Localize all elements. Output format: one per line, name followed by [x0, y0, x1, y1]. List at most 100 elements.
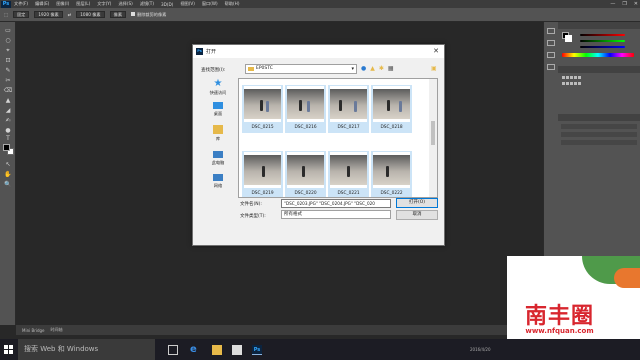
- vertical-scrollbar[interactable]: [429, 79, 437, 197]
- cancel-button[interactable]: 取消: [396, 210, 438, 220]
- file-thumb[interactable]: DSC_0220: [285, 151, 326, 197]
- file-thumb[interactable]: DSC_0219: [242, 151, 283, 197]
- place-library[interactable]: 库: [201, 125, 235, 142]
- color-panel-tabs[interactable]: [558, 22, 640, 29]
- back-icon[interactable]: ●: [361, 65, 366, 72]
- swap-icon[interactable]: ⇄: [68, 12, 72, 17]
- height-field[interactable]: 1080 像素: [76, 11, 105, 18]
- properties-icon[interactable]: [547, 40, 555, 46]
- photo-thumbnail: [330, 152, 367, 188]
- green-slider[interactable]: [580, 40, 625, 42]
- lock-row[interactable]: [561, 140, 637, 145]
- history-icon[interactable]: [547, 28, 555, 34]
- slice-tool-icon[interactable]: ✂: [3, 76, 13, 85]
- menu-3d[interactable]: 3D(D): [161, 2, 173, 7]
- clock[interactable]: 2016/4/20: [470, 347, 491, 352]
- file-thumb[interactable]: DSC_0218: [371, 85, 412, 133]
- restore-button[interactable]: ❐: [622, 1, 626, 7]
- width-field[interactable]: 1920 像素: [34, 11, 63, 18]
- path-select-tool-icon[interactable]: ↖: [3, 160, 13, 169]
- adjustment-icons-row-2[interactable]: [562, 82, 581, 85]
- menu-select[interactable]: 选择(S): [118, 1, 132, 7]
- move-tool-icon[interactable]: ▭: [3, 26, 13, 35]
- adjustments-panel-tabs[interactable]: [558, 66, 640, 73]
- desktop-icon: [213, 102, 223, 109]
- filename-input[interactable]: "DSC_0203.JPG" "DSC_0204.JPG" "DSC_020: [281, 199, 391, 208]
- file-thumb[interactable]: DSC_0222: [371, 151, 412, 197]
- view-menu-icon[interactable]: ▦: [388, 65, 394, 72]
- menu-filter[interactable]: 滤镜(T): [140, 1, 154, 7]
- file-name: DSC_0219: [251, 191, 274, 196]
- marquee-tool-icon[interactable]: ○: [3, 36, 13, 45]
- blue-slider[interactable]: [580, 46, 625, 48]
- delete-cropped-checkbox[interactable]: 删除裁剪的像素: [131, 11, 166, 18]
- eraser-tool-icon[interactable]: ⌫: [3, 86, 13, 95]
- filetype-select[interactable]: 所有格式: [281, 210, 391, 219]
- menu-file[interactable]: 文件(F): [14, 1, 28, 7]
- menu-window[interactable]: 窗口(W): [202, 1, 218, 7]
- crop-tool-icon[interactable]: ⊡: [3, 56, 13, 65]
- blend-mode-select[interactable]: [561, 132, 637, 137]
- place-desktop[interactable]: 桌面: [201, 102, 235, 117]
- menu-layer[interactable]: 图层(L): [76, 1, 90, 7]
- menu-view[interactable]: 视图(V): [180, 1, 195, 7]
- unit-select[interactable]: 像素: [109, 11, 127, 18]
- style-select[interactable]: 固定: [12, 11, 30, 18]
- look-in-select[interactable]: EP0STC ▾: [245, 64, 357, 74]
- brush-tool-icon[interactable]: ✍: [3, 116, 13, 125]
- brush-panel-icon[interactable]: [547, 52, 555, 58]
- place-label: 库: [215, 136, 221, 141]
- layer-kind-filter[interactable]: [561, 124, 637, 129]
- timeline-tab[interactable]: 时间轴: [51, 327, 63, 333]
- foreground-color-swatch[interactable]: [3, 144, 10, 151]
- scrollbar-thumb[interactable]: [431, 121, 435, 145]
- color-ramp[interactable]: [562, 53, 634, 57]
- character-panel-icon[interactable]: [547, 64, 555, 70]
- place-network[interactable]: 网络: [201, 174, 235, 189]
- menu-type[interactable]: 文字(Y): [97, 1, 111, 7]
- place-quick-access[interactable]: ★ 快速访问: [201, 79, 235, 96]
- color-bg-swatch[interactable]: [565, 35, 572, 42]
- crop-tool-icon[interactable]: ⬚: [4, 12, 8, 17]
- file-thumb[interactable]: DSC_0221: [328, 151, 369, 197]
- menu-edit[interactable]: 编辑(E): [35, 1, 49, 7]
- place-label: 此电脑: [211, 160, 225, 165]
- task-view-icon[interactable]: [168, 345, 178, 355]
- file-name: DSC_0215: [251, 125, 274, 130]
- red-slider[interactable]: [580, 34, 625, 36]
- eyedropper-tool-icon[interactable]: ✎: [3, 66, 13, 75]
- photo-thumbnail: [373, 86, 410, 122]
- lasso-tool-icon[interactable]: ⌖: [3, 46, 13, 55]
- watermark-title: 南丰圈: [524, 303, 594, 329]
- photoshop-taskbar-icon[interactable]: Ps: [252, 345, 262, 355]
- store-icon[interactable]: [232, 345, 242, 355]
- preview-icon[interactable]: ▣: [431, 65, 437, 72]
- open-button[interactable]: 打开(O): [396, 198, 438, 208]
- windows-start-icon[interactable]: [4, 345, 13, 354]
- pen-tool-icon[interactable]: ▲: [3, 96, 13, 105]
- filename-label: 文件名(N):: [240, 202, 262, 207]
- menu-help[interactable]: 帮助(H): [225, 1, 240, 7]
- layers-panel-tabs[interactable]: [558, 114, 640, 121]
- look-in-label: 查找范围(I):: [201, 68, 226, 73]
- file-thumb[interactable]: DSC_0215: [242, 85, 283, 133]
- taskbar-search-input[interactable]: 搜索 Web 和 Windows: [18, 339, 155, 360]
- place-this-pc[interactable]: 此电脑: [201, 151, 235, 166]
- close-button[interactable]: ✕: [634, 1, 638, 7]
- gradient-tool-icon[interactable]: ◢: [3, 106, 13, 115]
- menu-image[interactable]: 图像(I): [56, 1, 69, 7]
- mini-bridge-tab[interactable]: Mini Bridge: [22, 328, 45, 333]
- file-thumb[interactable]: DSC_0216: [285, 85, 326, 133]
- file-explorer-icon[interactable]: [212, 345, 222, 355]
- file-thumb[interactable]: DSC_0217: [328, 85, 369, 133]
- hand-tool-icon[interactable]: ✋: [3, 170, 13, 179]
- close-icon[interactable]: ✕: [433, 47, 439, 55]
- type-tool-icon[interactable]: T: [3, 134, 13, 143]
- new-folder-icon[interactable]: ✱: [379, 65, 384, 72]
- zoom-tool-icon[interactable]: 🔍: [3, 180, 13, 189]
- adjustment-icons-row-1[interactable]: [562, 76, 581, 79]
- edge-browser-icon[interactable]: e: [190, 345, 200, 355]
- photo-thumbnail: [330, 86, 367, 122]
- minimize-button[interactable]: —: [610, 1, 615, 7]
- up-folder-icon[interactable]: ▲: [370, 65, 375, 72]
